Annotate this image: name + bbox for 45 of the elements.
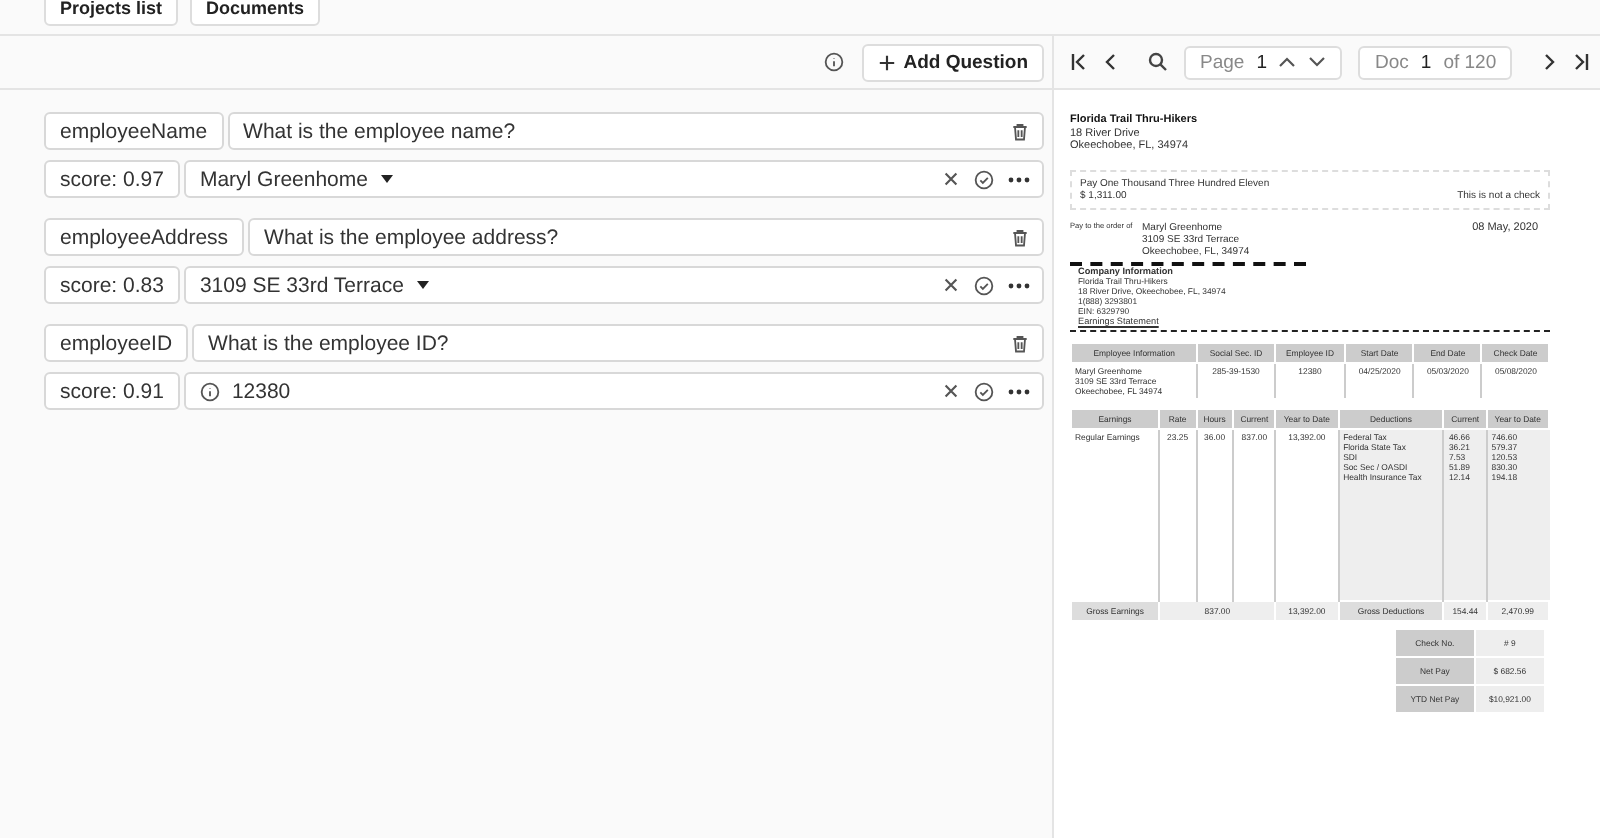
trash-icon[interactable] xyxy=(1010,121,1030,141)
field-key[interactable]: employeeID xyxy=(44,324,189,362)
close-icon[interactable] xyxy=(942,276,960,294)
trash-icon[interactable] xyxy=(1010,227,1030,247)
add-question-button[interactable]: Add Question xyxy=(861,43,1044,81)
check-circle-icon[interactable] xyxy=(974,169,994,189)
score-label: score: 0.91 xyxy=(44,372,180,410)
check-circle-icon[interactable] xyxy=(974,381,994,401)
more-icon[interactable] xyxy=(1008,175,1030,183)
trash-icon[interactable] xyxy=(1010,333,1030,353)
question-field[interactable]: What is the employee ID? xyxy=(192,324,1044,362)
score-label: score: 0.97 xyxy=(44,160,180,198)
field-key[interactable]: employeeAddress xyxy=(44,218,245,256)
nav-button[interactable]: Documents xyxy=(190,0,321,26)
field-key[interactable]: employeeName xyxy=(44,112,224,150)
question-field[interactable]: What is the employee address? xyxy=(248,218,1044,256)
question-text: What is the employee address? xyxy=(264,225,559,249)
answer-field[interactable]: Maryl Greenhome xyxy=(183,160,1044,198)
first-page-icon[interactable] xyxy=(1070,52,1088,72)
info-icon[interactable] xyxy=(823,52,844,72)
more-icon[interactable] xyxy=(1008,281,1030,289)
close-icon[interactable] xyxy=(942,170,960,188)
answer-text: 12380 xyxy=(231,379,291,403)
next-icon[interactable] xyxy=(1544,52,1557,72)
page-field[interactable]: Page 1 xyxy=(1184,45,1343,79)
caret-icon[interactable] xyxy=(379,174,394,184)
info-icon xyxy=(199,381,220,401)
nav-button[interactable]: Projects list xyxy=(44,0,179,26)
previous-icon[interactable] xyxy=(1104,52,1116,72)
plus-icon xyxy=(877,53,896,71)
question-field[interactable]: What is the employee name? xyxy=(227,112,1044,150)
last-page-icon[interactable] xyxy=(1572,52,1591,72)
answer-text: Maryl Greenhome xyxy=(199,167,368,191)
search-icon[interactable] xyxy=(1148,52,1168,72)
question-text: What is the employee name? xyxy=(243,119,516,143)
doc-field[interactable]: Doc 1 of 120 xyxy=(1358,45,1513,79)
score-label: score: 0.83 xyxy=(44,266,180,304)
answer-field[interactable]: 12380 xyxy=(183,372,1044,410)
more-icon[interactable] xyxy=(1008,387,1030,395)
answer-text: 3109 SE 33rd Terrace xyxy=(199,273,404,297)
question-text: What is the employee ID? xyxy=(208,331,449,355)
close-icon[interactable] xyxy=(942,382,960,400)
answer-field[interactable]: 3109 SE 33rd Terrace xyxy=(183,266,1044,304)
caret-icon[interactable] xyxy=(415,280,430,290)
check-circle-icon[interactable] xyxy=(974,275,994,295)
